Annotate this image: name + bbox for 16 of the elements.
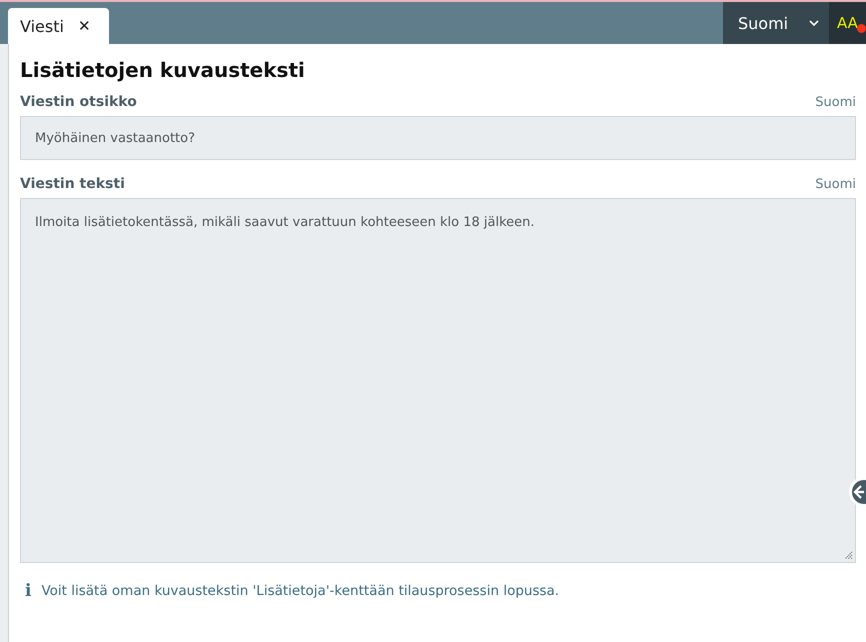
- info-icon: i: [25, 581, 32, 601]
- resize-grip-icon[interactable]: [844, 551, 853, 560]
- close-icon[interactable]: ✕: [78, 17, 91, 35]
- info-text: Voit lisätä oman kuvaustekstin 'Lisätietoja'-kenttään tilausprosessin lopussa.: [41, 583, 560, 599]
- field-label: Viestin teksti: [20, 176, 125, 192]
- input-field[interactable]: Myöhäinen vastaanotto?: [20, 116, 856, 160]
- text-area-value: Ilmoita lisätietokentässä, mikäli saavut varattuun kohteeseen klo 18 jälkeen.: [35, 215, 535, 230]
- accessibility-button[interactable]: AA: [829, 2, 866, 44]
- dialog-title: Lisätietojen kuvausteksti: [20, 58, 306, 82]
- tab[interactable]: Viesti ✕: [8, 8, 109, 44]
- language-label: Suomi: [815, 177, 856, 192]
- language-label: Suomi: [815, 95, 856, 110]
- language-dropdown[interactable]: Suomi: [723, 2, 829, 44]
- field-label: Viestin otsikko: [20, 94, 137, 110]
- text-area[interactable]: Ilmoita lisätietokentässä, mikäli saavut varattuun kohteeseen klo 18 jälkeen.: [20, 198, 856, 563]
- chevron-down-icon: [809, 20, 819, 26]
